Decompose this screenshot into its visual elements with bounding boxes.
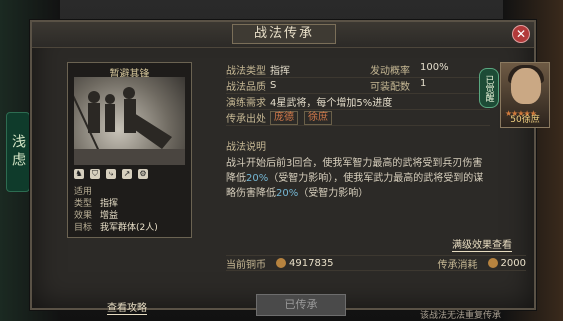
inherit-button[interactable]: 已传承 [256, 294, 346, 316]
skill-artwork [74, 77, 185, 165]
inherit-panel: 战法传承 ✕ 暂避其锋 ♞ ⛉ ⤷ ↗ ⚙ 适用 类型 指挥 效果 增益 目标 … [30, 20, 550, 321]
detail-row: 战法品质 S 可装配数 1 [226, 78, 490, 94]
general-portrait[interactable]: ★★★★★ 50徐庶 [500, 62, 550, 128]
title-bar: 战法传承 ✕ [32, 22, 534, 48]
card-info: 适用 类型 指挥 效果 增益 目标 我军群体(2人) [74, 186, 189, 234]
skill-card: 暂避其锋 ♞ ⛉ ⤷ ↗ ⚙ 适用 类型 指挥 效果 增益 目标 我军群体(2人… [67, 62, 192, 238]
side-tab[interactable]: 浅虑 [6, 112, 30, 192]
currency-row: 当前铜币 4917835 传承消耗 2000 [226, 255, 526, 271]
skill-details: 战法类型 指挥 发动概率 100% 战法品质 S 可装配数 1 演练需求 4星武… [226, 62, 490, 126]
card-info-row: 效果 增益 [74, 211, 119, 221]
strategy-link[interactable]: 查看攻略 [107, 299, 147, 315]
inherit-note: 该战法无法重复传承 [420, 311, 502, 321]
description-line: 降低20%（受智力影响），使我军武力最高的武将受到的谋 [226, 173, 484, 184]
description-line: 略伤害降低20%（受智力影响） [226, 188, 369, 199]
origin-tag[interactable]: 庞德 [270, 110, 298, 125]
origin-tag[interactable]: 徐庶 [304, 110, 332, 125]
detail-row: 战法类型 指挥 发动概率 100% [226, 62, 490, 78]
detail-row: 传承出处 庞德 徐庶 [226, 110, 490, 126]
awaken-badge: 已觉醒 [479, 68, 499, 108]
game-screen: 浅虑 战法传承 ✕ 暂避其锋 ♞ ⛉ ⤷ ↗ ⚙ 适用 类型 指挥 效果 增益 … [0, 0, 563, 321]
bow-icon: ⤷ [106, 169, 116, 179]
close-icon[interactable]: ✕ [512, 25, 530, 43]
spear-icon: ↗ [122, 169, 132, 179]
full-effect-link[interactable]: 满级效果查看 [452, 236, 512, 252]
window-title: 战法传承 [232, 24, 336, 44]
shield-icon: ⛉ [90, 169, 100, 179]
card-info-row: 目标 我军群体(2人) [74, 223, 158, 233]
card-info-row: 适用 [74, 187, 93, 197]
description-line: 战斗开始后前3回合，使我军智力最高的武将受到兵刃伤害 [226, 158, 483, 169]
copper-coin-icon [276, 258, 286, 268]
chariot-icon: ⚙ [138, 169, 148, 179]
card-info-row: 类型 指挥 [74, 199, 119, 209]
copper-coin-icon [487, 258, 498, 268]
skill-description: 战法说明 战斗开始后前3回合，使我军智力最高的武将受到兵刃伤害 降低20%（受智… [226, 140, 526, 201]
general-level: 50徐庶 [510, 115, 540, 125]
horse-icon: ♞ [74, 169, 84, 179]
detail-row: 演练需求 4星武将，每个增加5%进度 [226, 94, 490, 110]
unit-icons: ♞ ⛉ ⤷ ↗ ⚙ [74, 169, 148, 179]
description-title: 战法说明 [226, 142, 266, 153]
